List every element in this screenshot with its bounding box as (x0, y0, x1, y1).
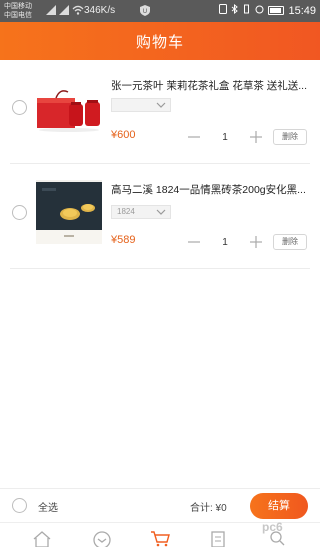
home-icon[interactable] (32, 529, 52, 547)
quantity-value[interactable]: 1 (212, 132, 238, 143)
carrier-1: 中国移动 (4, 3, 32, 10)
clock: 15:49 (288, 4, 316, 17)
vibrate-icon (242, 4, 251, 17)
item-select-radio[interactable] (12, 205, 27, 220)
product-name[interactable]: 张一元茶叶 茉莉花茶礼盒 花草茶 送礼送... (111, 78, 307, 93)
product-image[interactable] (36, 78, 102, 142)
minus-button[interactable] (186, 129, 202, 145)
cart-item: 张一元茶叶 茉莉花茶礼盒 花草茶 送礼送... ¥600 1 删除 (0, 66, 320, 170)
checkout-bar: 全选 合计: ¥0 结算 (0, 488, 320, 522)
select-all-radio[interactable] (12, 498, 27, 513)
signal-icon (46, 5, 56, 15)
watermark-logo: pc6 (262, 520, 283, 534)
spec-value: 1824 (117, 207, 135, 216)
divider (10, 268, 310, 269)
signal-icon (59, 5, 69, 15)
product-image[interactable] (36, 180, 102, 244)
network-speed: 346K/s (84, 5, 116, 16)
spec-select[interactable] (111, 98, 171, 112)
list-icon[interactable] (208, 529, 228, 547)
total-price: 合计: ¥0 (190, 503, 227, 514)
carrier-2: 中国电信 (4, 12, 32, 19)
quantity-value[interactable]: 1 (212, 237, 238, 248)
alarm-icon (255, 4, 264, 17)
product-name[interactable]: 高马二溪 1824一品情黑砖茶200g安化黑... (111, 182, 307, 197)
signal-icons (46, 5, 84, 15)
product-price: ¥589 (111, 234, 136, 246)
minus-button[interactable] (186, 234, 202, 250)
page-title: 购物车 (135, 33, 184, 51)
battery-icon (268, 6, 285, 15)
cart-icon[interactable] (150, 529, 170, 547)
checkout-button[interactable]: 结算 (250, 493, 308, 519)
product-price: ¥600 (111, 129, 136, 141)
category-icon[interactable] (92, 529, 112, 547)
cart-item: 高马二溪 1824一品情黑砖茶200g安化黑... 1824 ¥589 1 删除 (0, 170, 320, 274)
shield-icon: U (140, 5, 150, 16)
delete-button[interactable]: 删除 (273, 129, 307, 145)
chevron-down-icon (156, 208, 166, 216)
plus-button[interactable] (248, 234, 264, 250)
item-select-radio[interactable] (12, 100, 27, 115)
nfc-icon (219, 4, 228, 17)
select-all-label[interactable]: 全选 (38, 499, 58, 514)
svg-text:U: U (143, 8, 147, 15)
spec-select[interactable]: 1824 (111, 205, 171, 219)
status-bar: 中国移动 中国电信 346K/s U 15:49 (0, 0, 320, 22)
plus-button[interactable] (248, 129, 264, 145)
divider (10, 163, 310, 164)
chevron-down-icon (156, 101, 166, 109)
status-right: 15:49 (219, 3, 316, 17)
delete-button[interactable]: 删除 (273, 234, 307, 250)
carrier-info: 中国移动 中国电信 (4, 2, 32, 20)
quantity-stepper: 1 (186, 234, 264, 250)
quantity-stepper: 1 (186, 129, 264, 145)
page-header: 购物车 (0, 22, 320, 60)
wifi-icon (72, 5, 84, 15)
bluetooth-icon (231, 3, 239, 17)
